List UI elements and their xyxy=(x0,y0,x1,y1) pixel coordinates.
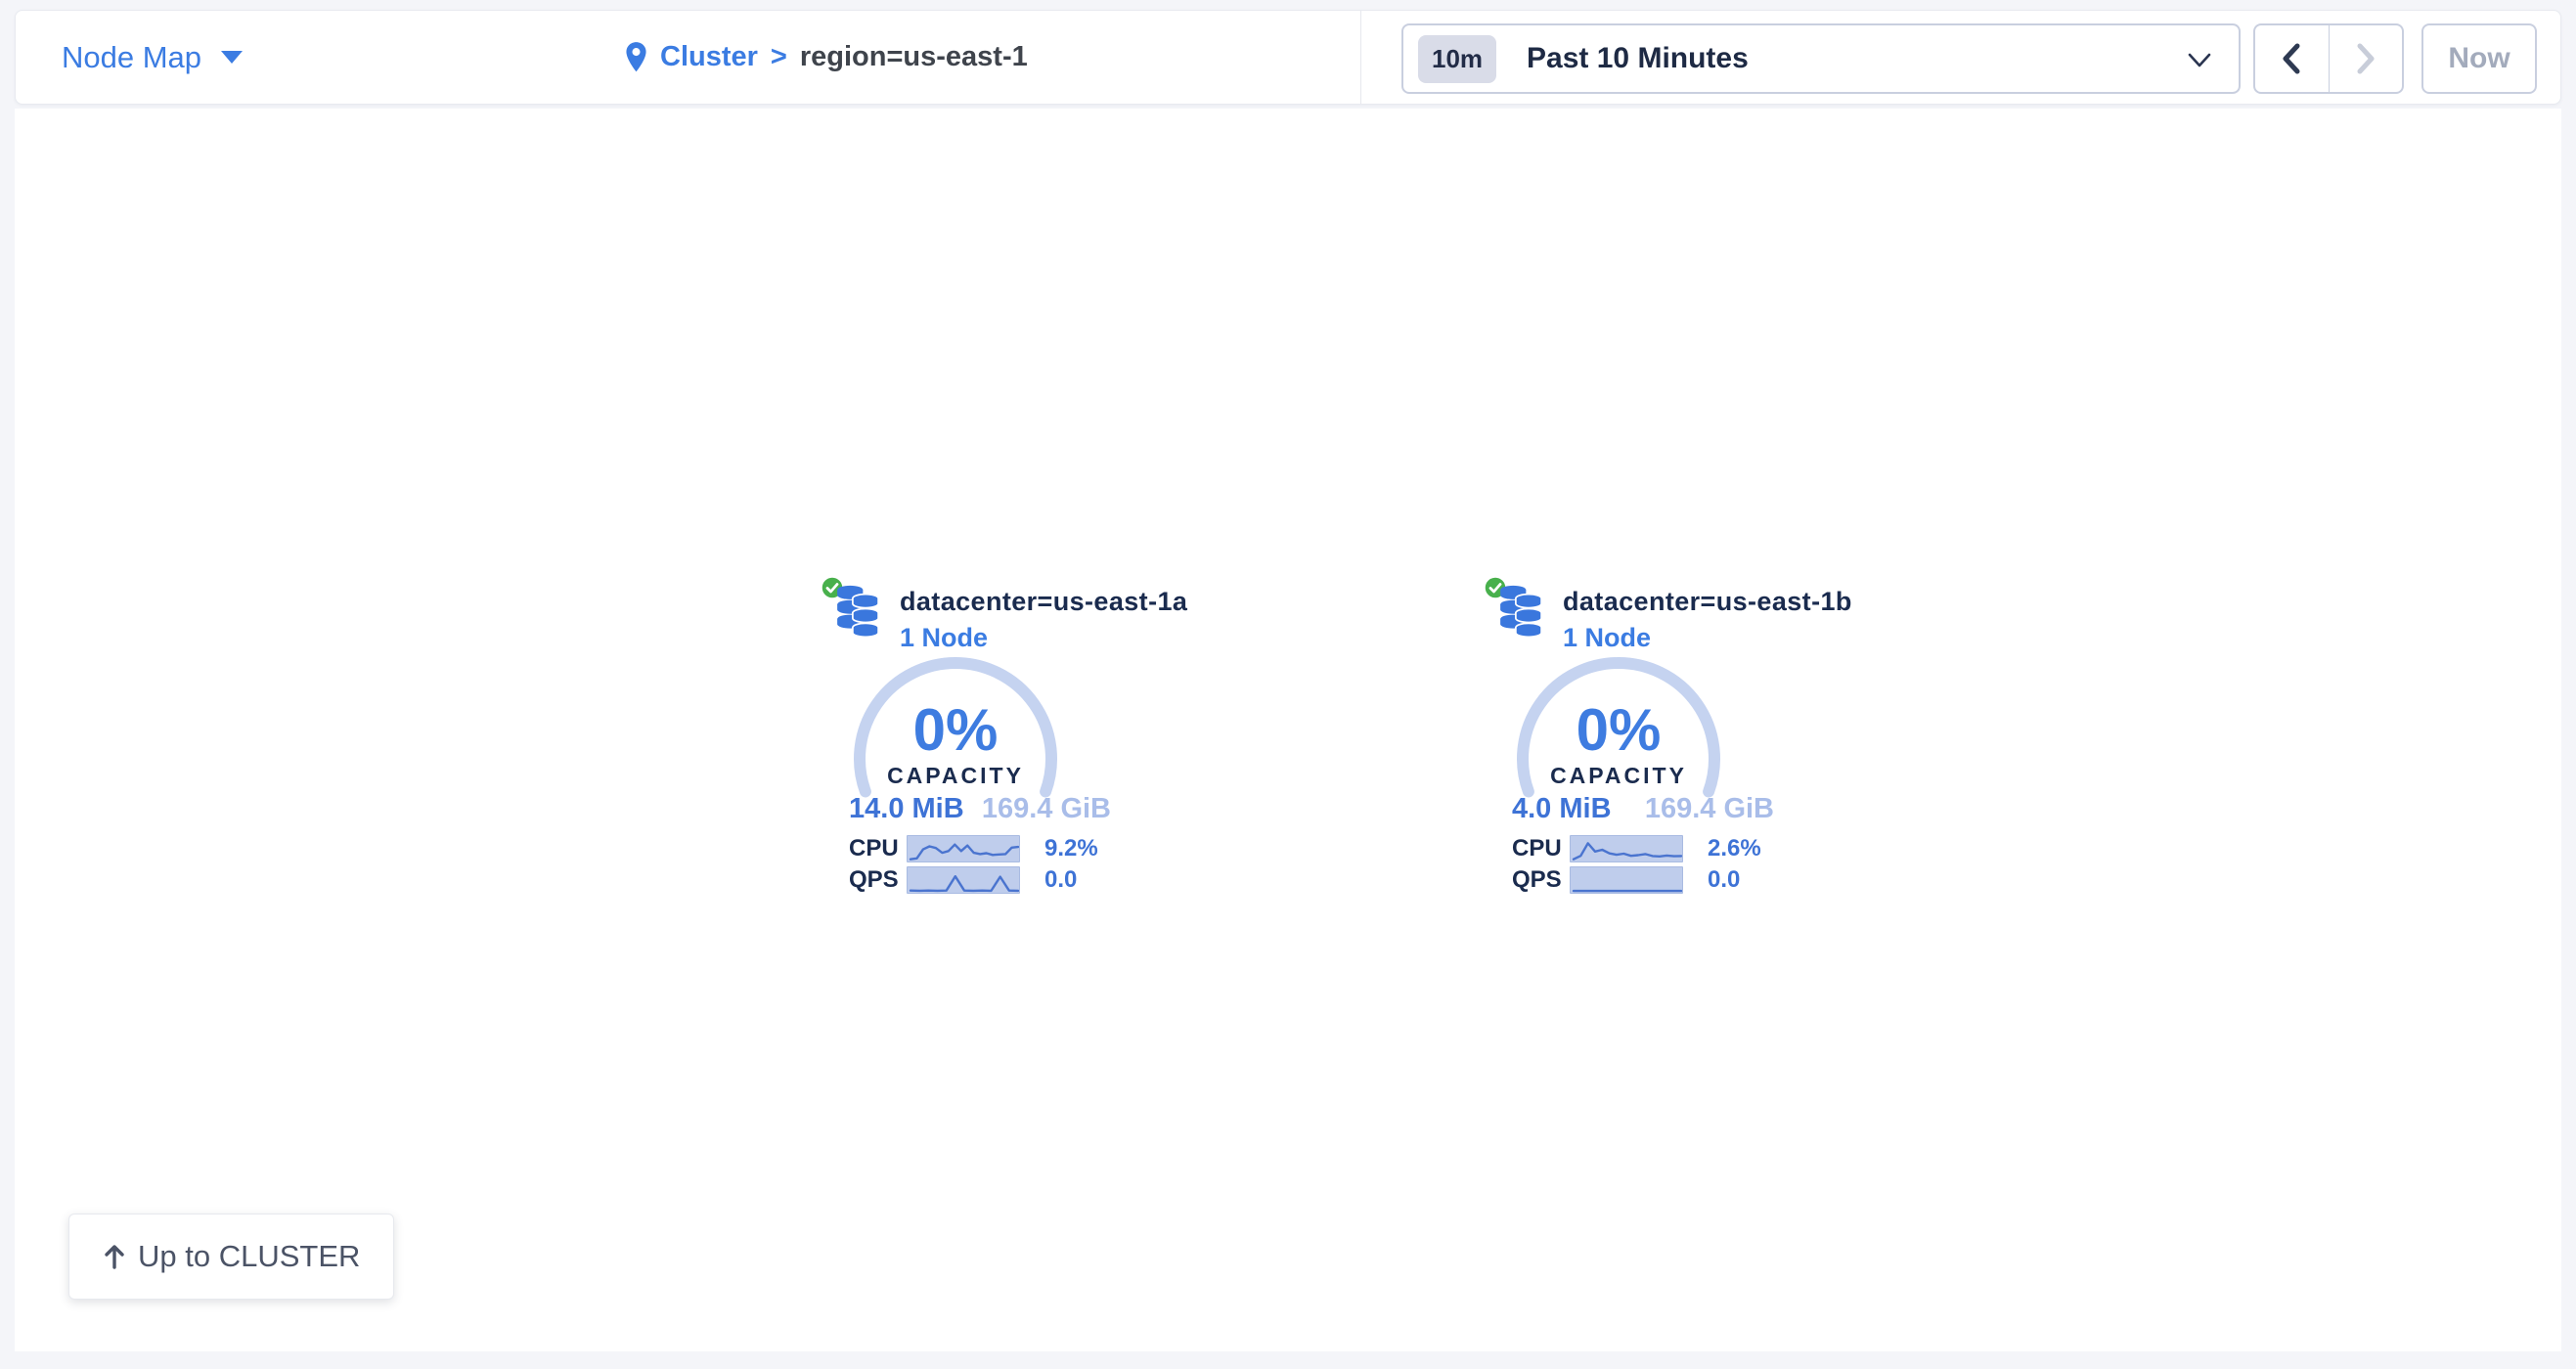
capacity-values: 14.0 MiB 169.4 GiB xyxy=(843,793,1113,824)
datacenter-card-us-east-1b[interactable]: datacenter=us-east-1b 1 Node 0% CAPACITY… xyxy=(1484,576,1777,899)
cpu-row: CPU 2.6% xyxy=(1512,834,1758,862)
qps-sparkline xyxy=(907,866,1020,894)
capacity-percent: 0% xyxy=(848,696,1063,764)
datacenter-title: datacenter=us-east-1a xyxy=(900,587,1187,617)
node-map-canvas: datacenter=us-east-1a 1 Node 0% CAPACITY… xyxy=(15,109,2561,1351)
cpu-label: CPU xyxy=(1512,835,1570,862)
qps-label: QPS xyxy=(849,866,907,894)
qps-value: 0.0 xyxy=(1683,866,1758,894)
chevron-down-icon xyxy=(2188,53,2211,68)
capacity-percent: 0% xyxy=(1511,696,1726,764)
capacity-label: CAPACITY xyxy=(848,763,1063,789)
datacenter-header: datacenter=us-east-1b 1 Node xyxy=(1563,587,1852,653)
top-bar-divider xyxy=(1360,11,1361,104)
cpu-value: 9.2% xyxy=(1020,835,1098,862)
qps-row: QPS 0.0 xyxy=(1512,865,1758,894)
cpu-sparkline xyxy=(907,835,1020,862)
capacity-used: 14.0 MiB xyxy=(849,793,964,825)
time-window-label: Past 10 Minutes xyxy=(1527,42,1749,75)
breadcrumb-cluster-link[interactable]: Cluster xyxy=(660,41,758,73)
capacity-total: 169.4 GiB xyxy=(982,793,1111,825)
top-bar: Node Map Cluster > region=us-east-1 10m … xyxy=(15,10,2561,105)
map-pin-icon xyxy=(625,41,647,73)
arrow-up-icon xyxy=(103,1243,126,1270)
time-window-badge: 10m xyxy=(1418,35,1496,83)
breadcrumb: Cluster > region=us-east-1 xyxy=(625,11,1028,104)
node-count: 1 Node xyxy=(900,623,1187,653)
now-button[interactable]: Now xyxy=(2421,23,2537,94)
time-window-dropdown[interactable]: 10m Past 10 Minutes xyxy=(1401,23,2241,94)
chevron-left-icon xyxy=(2279,42,2304,75)
datacenter-header: datacenter=us-east-1a 1 Node xyxy=(900,587,1187,653)
database-stack-icon xyxy=(1499,585,1544,640)
cpu-label: CPU xyxy=(849,835,907,862)
node-count: 1 Node xyxy=(1563,623,1852,653)
qps-sparkline xyxy=(1570,866,1683,894)
datacenter-title: datacenter=us-east-1b xyxy=(1563,587,1852,617)
chevron-right-icon xyxy=(2353,42,2378,75)
database-stack-icon xyxy=(836,585,881,640)
qps-value: 0.0 xyxy=(1020,866,1095,894)
qps-label: QPS xyxy=(1512,866,1570,894)
view-selector-dropdown[interactable]: Node Map xyxy=(62,11,243,104)
capacity-label: CAPACITY xyxy=(1511,763,1726,789)
capacity-total: 169.4 GiB xyxy=(1645,793,1774,825)
cpu-sparkline xyxy=(1570,835,1683,862)
qps-row: QPS 0.0 xyxy=(849,865,1095,894)
capacity-values: 4.0 MiB 169.4 GiB xyxy=(1506,793,1776,824)
view-selector-label: Node Map xyxy=(62,40,201,75)
capacity-used: 4.0 MiB xyxy=(1512,793,1612,825)
caret-down-icon xyxy=(221,51,243,64)
stats-rows: CPU 2.6% QPS 0.0 xyxy=(1512,834,1758,897)
up-to-cluster-label: Up to CLUSTER xyxy=(138,1239,360,1274)
cpu-value: 2.6% xyxy=(1683,835,1761,862)
datacenter-card-us-east-1a[interactable]: datacenter=us-east-1a 1 Node 0% CAPACITY… xyxy=(821,576,1114,899)
step-back-button[interactable] xyxy=(2255,25,2330,92)
time-step-buttons xyxy=(2253,23,2404,94)
stats-rows: CPU 9.2% QPS 0.0 xyxy=(849,834,1095,897)
cpu-row: CPU 9.2% xyxy=(849,834,1095,862)
breadcrumb-separator: > xyxy=(771,41,787,73)
step-forward-button[interactable] xyxy=(2330,25,2403,92)
up-to-cluster-button[interactable]: Up to CLUSTER xyxy=(68,1214,394,1300)
breadcrumb-current: region=us-east-1 xyxy=(800,41,1028,73)
